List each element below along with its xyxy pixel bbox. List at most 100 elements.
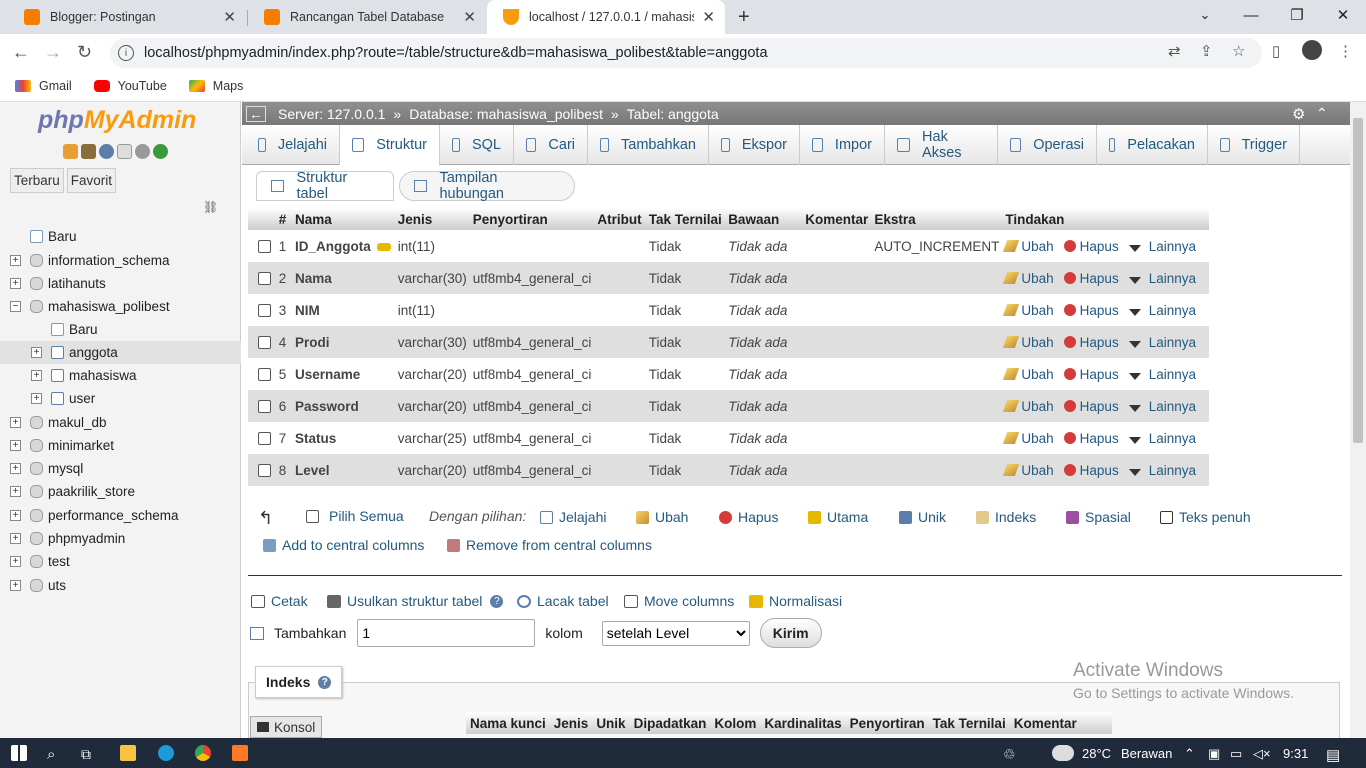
sidebar-item-label[interactable]: makul_db: [48, 415, 107, 430]
bulk-change-button[interactable]: Ubah: [636, 509, 688, 525]
weather-text[interactable]: Berawan: [1121, 746, 1172, 761]
new-tab-button[interactable]: +: [730, 0, 764, 34]
row-checkbox[interactable]: [258, 272, 271, 286]
bulk-index-button[interactable]: Indeks: [976, 509, 1036, 525]
drop-button[interactable]: Hapus: [1063, 271, 1119, 286]
more-button[interactable]: Lainnya: [1128, 431, 1196, 446]
tab-jelajahi[interactable]: Jelajahi: [246, 125, 340, 165]
console-toggle[interactable]: Konsol: [250, 716, 323, 738]
sidebar-item-label[interactable]: anggota: [69, 345, 118, 360]
sidebar-item-label[interactable]: test: [48, 554, 70, 569]
column-name[interactable]: NIM: [292, 294, 395, 326]
expand-icon[interactable]: +: [10, 417, 21, 428]
collapse-top-icon[interactable]: ⌃: [1316, 105, 1328, 122]
tab-tambahkan[interactable]: Tambahkan: [588, 125, 709, 165]
drop-button[interactable]: Hapus: [1063, 303, 1119, 318]
sidebar-item-baru[interactable]: Baru: [0, 318, 241, 341]
drop-button[interactable]: Hapus: [1063, 335, 1119, 350]
row-checkbox[interactable]: [258, 240, 271, 254]
change-button[interactable]: Ubah: [1003, 271, 1054, 286]
help-icon[interactable]: ?: [318, 675, 332, 689]
more-button[interactable]: Lainnya: [1128, 303, 1196, 318]
select-all-label[interactable]: Pilih Semua: [329, 508, 404, 524]
subtab-tampilan-hubungan[interactable]: Tampilan hubungan: [399, 170, 575, 202]
expand-icon[interactable]: +: [10, 486, 21, 497]
more-button[interactable]: Lainnya: [1128, 239, 1196, 254]
sidebar-item-label[interactable]: paakrilik_store: [48, 484, 135, 499]
tab-cari[interactable]: Cari: [514, 125, 588, 165]
select-all-checkbox[interactable]: [306, 509, 319, 523]
forward-icon[interactable]: →: [44, 42, 62, 63]
row-checkbox[interactable]: [258, 432, 271, 446]
more-button[interactable]: Lainnya: [1128, 399, 1196, 414]
bookmark-star-icon[interactable]: ☆: [1232, 42, 1245, 60]
bulk-primary-button[interactable]: Utama: [808, 509, 868, 525]
sidebar-item-test[interactable]: + test: [0, 550, 241, 573]
more-button[interactable]: Lainnya: [1128, 271, 1196, 286]
expand-icon[interactable]: +: [10, 463, 21, 474]
tab-trigger[interactable]: Trigger: [1208, 125, 1300, 165]
close-window-icon[interactable]: ✕: [1320, 0, 1366, 30]
refresh-icon[interactable]: [153, 144, 168, 159]
breadcrumb-server[interactable]: Server: 127.0.0.1: [278, 106, 385, 122]
column-header[interactable]: Ekstra: [871, 208, 1003, 230]
temperature[interactable]: 28°C: [1082, 746, 1111, 761]
volume-icon[interactable]: ◁×: [1253, 746, 1271, 762]
sidebar-item-label[interactable]: mahasiswa_polibest: [48, 299, 170, 314]
sidebar-item-label[interactable]: Baru: [48, 229, 77, 244]
sidebar-item-user[interactable]: + user: [0, 387, 241, 410]
chrome-icon[interactable]: [195, 745, 211, 761]
bulk-fulltext-button[interactable]: Teks penuh: [1160, 509, 1251, 525]
column-name[interactable]: Password: [292, 390, 395, 422]
expand-icon[interactable]: +: [10, 255, 21, 266]
expand-icon[interactable]: +: [10, 580, 21, 591]
expand-icon[interactable]: +: [10, 440, 21, 451]
sidebar-item-mahasiswa[interactable]: + mahasiswa: [0, 364, 241, 387]
bookmark-youtube[interactable]: YouTube: [93, 79, 167, 93]
bulk-spatial-button[interactable]: Spasial: [1066, 509, 1131, 525]
sidebar-item-label[interactable]: mysql: [48, 461, 83, 476]
logout-icon[interactable]: [81, 144, 96, 159]
change-button[interactable]: Ubah: [1003, 239, 1054, 254]
change-button[interactable]: Ubah: [1003, 399, 1054, 414]
device-icon[interactable]: ▣: [1208, 746, 1220, 762]
sidebar-item-minimarket[interactable]: + minimarket: [0, 434, 241, 457]
row-checkbox[interactable]: [258, 400, 271, 414]
sidebar-item-label[interactable]: user: [69, 391, 95, 406]
translate-icon[interactable]: ⇄: [1168, 42, 1181, 60]
people-icon[interactable]: ♲: [1003, 746, 1016, 763]
column-header[interactable]: Penyortiran: [469, 208, 595, 230]
column-header[interactable]: Atribut: [594, 208, 646, 230]
propose-structure-link[interactable]: Usulkan struktur tabel?: [327, 593, 504, 609]
favorites-tab[interactable]: Favorit: [66, 168, 117, 193]
back-icon[interactable]: ←: [12, 42, 30, 63]
sidebar-item-baru[interactable]: Baru: [0, 225, 241, 248]
site-info-icon[interactable]: i: [118, 45, 134, 61]
expand-icon[interactable]: +: [31, 393, 42, 404]
sidebar-item-phpmyadmin[interactable]: + phpmyadmin: [0, 527, 241, 550]
tab-search-icon[interactable]: ⌄: [1182, 0, 1228, 30]
sidebar-item-uts[interactable]: + uts: [0, 574, 241, 597]
change-button[interactable]: Ubah: [1003, 431, 1054, 446]
breadcrumb-table[interactable]: Tabel: anggota: [627, 106, 719, 122]
tab-operasi[interactable]: Operasi: [998, 125, 1097, 165]
drop-button[interactable]: Hapus: [1063, 463, 1119, 478]
sidebar-item-label[interactable]: uts: [48, 578, 66, 593]
expand-icon[interactable]: +: [10, 556, 21, 567]
change-button[interactable]: Ubah: [1003, 463, 1054, 478]
help-icon[interactable]: ?: [490, 594, 504, 608]
column-name[interactable]: Nama: [292, 262, 395, 294]
row-checkbox[interactable]: [258, 368, 271, 382]
side-panel-icon[interactable]: ▯: [1272, 42, 1280, 60]
file-explorer-icon[interactable]: [120, 745, 136, 761]
column-name[interactable]: ID_Anggota: [292, 230, 395, 262]
phpmyadmin-logo[interactable]: phpMyAdmin: [38, 106, 196, 135]
column-name[interactable]: Level: [292, 454, 395, 486]
sidebar-item-performance_schema[interactable]: + performance_schema: [0, 504, 241, 527]
more-button[interactable]: Lainnya: [1128, 463, 1196, 478]
subtab-struktur-tabel[interactable]: Struktur tabel: [256, 170, 394, 202]
sidebar-item-latihanuts[interactable]: + latihanuts: [0, 272, 241, 295]
normalize-link[interactable]: Normalisasi: [749, 593, 842, 609]
sidebar-item-information_schema[interactable]: + information_schema: [0, 249, 241, 272]
submit-button[interactable]: Kirim: [759, 618, 822, 648]
